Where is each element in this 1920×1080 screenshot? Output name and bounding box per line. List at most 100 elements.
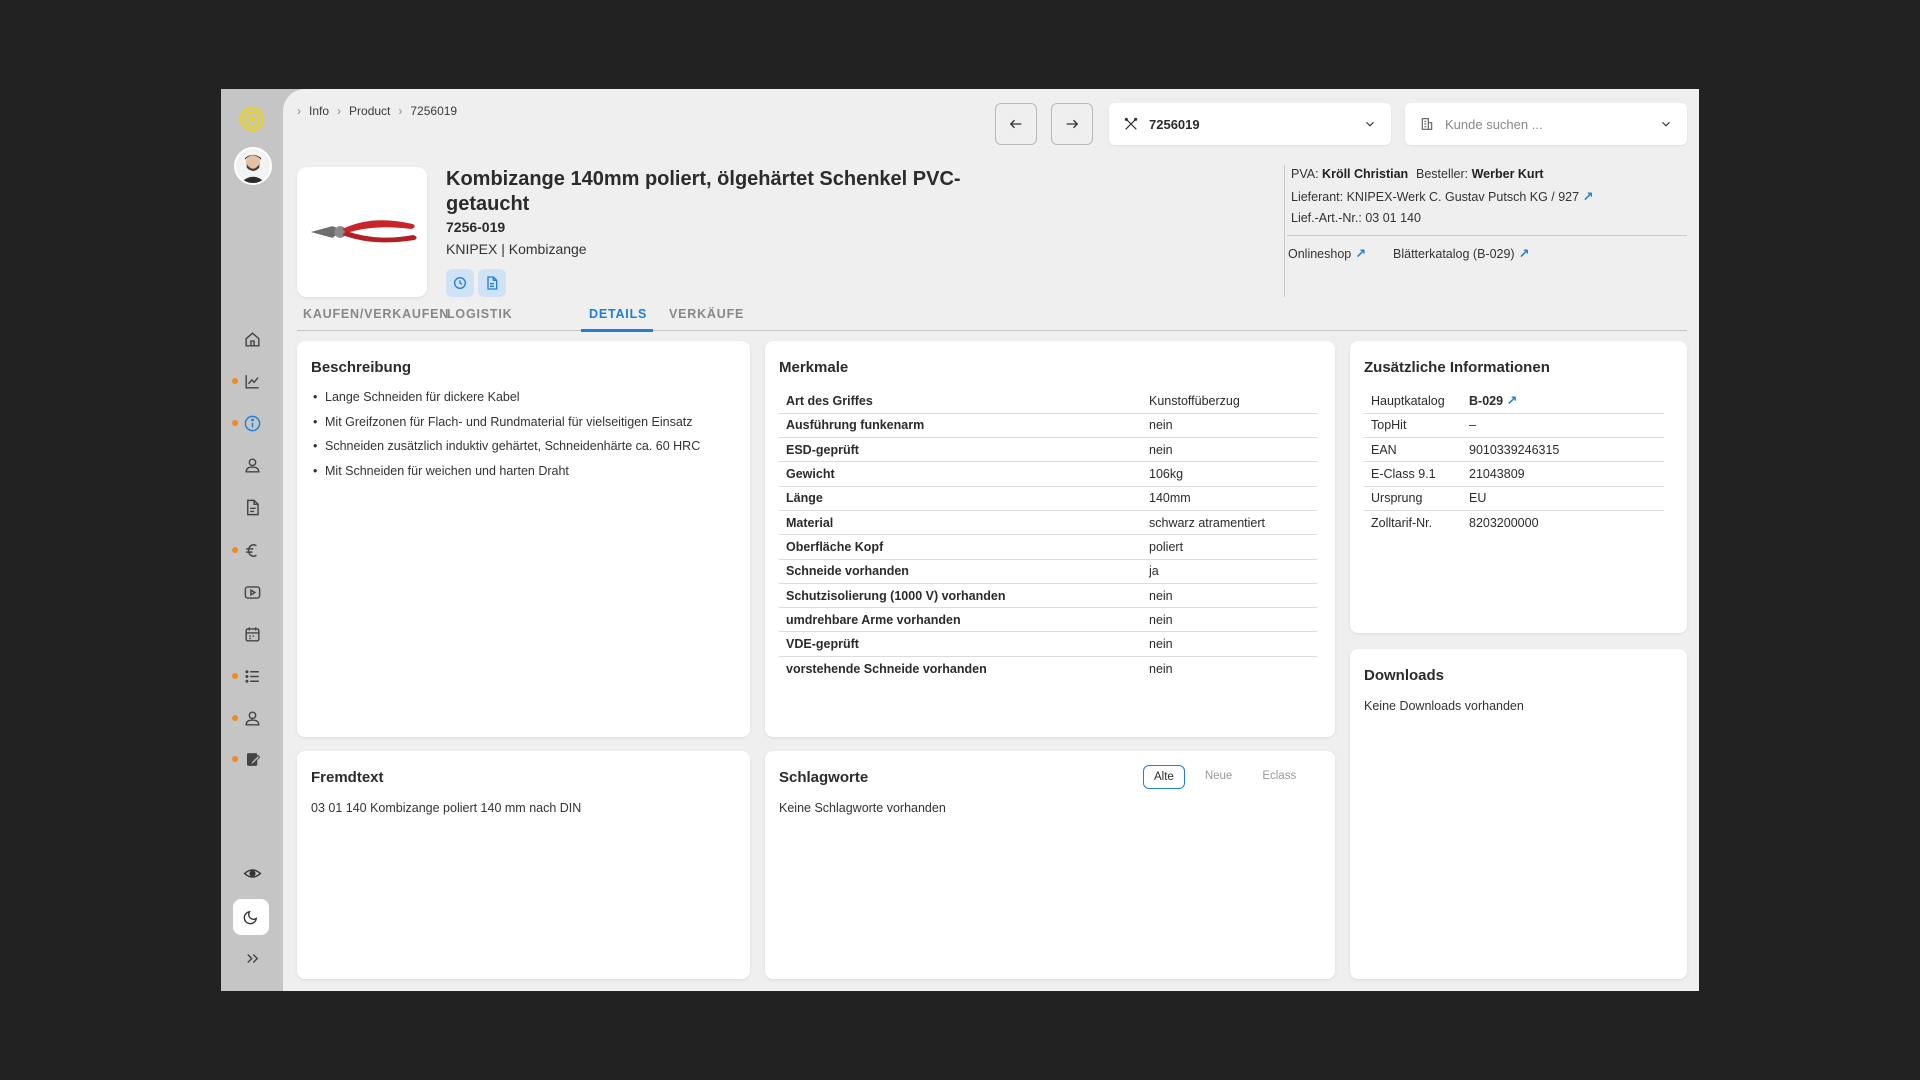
visibility-toggle[interactable] <box>221 855 283 891</box>
chevron-right-icon: › <box>398 104 403 118</box>
list-icon <box>244 669 259 683</box>
arrow-left-icon <box>1009 119 1022 129</box>
sidebar-item-notes[interactable] <box>221 741 283 777</box>
tab-details[interactable]: DETAILS <box>589 307 647 321</box>
breadcrumb: › Info › Product › 7256019 <box>297 104 457 118</box>
attr-key: Oberfläche Kopf <box>779 534 1142 560</box>
besteller-label: Besteller: <box>1416 167 1469 181</box>
external-link-icon: ↗ <box>1518 246 1530 261</box>
info-value: 8203200000 <box>1469 515 1539 530</box>
lieferant-row[interactable]: Lieferant: KNIPEX-Werk C. Gustav Putsch … <box>1291 189 1593 205</box>
table-row: Art des Griffes Kunstoffüberzug <box>779 389 1317 414</box>
merkmale-table: Art des Griffes Kunstoffüberzug Ausführun… <box>779 389 1317 681</box>
datasheet-button[interactable] <box>478 269 506 297</box>
zusatz-card: Zusätzliche Informationen Hauptkatalog B-… <box>1350 341 1687 633</box>
chart-line-icon <box>244 374 259 389</box>
besteller-value: Werber Kurt <box>1471 167 1544 181</box>
tab-logistik[interactable]: LOGISTIK <box>447 307 512 321</box>
table-row: Hauptkatalog B-029 ↗ <box>1364 389 1664 414</box>
notification-dot <box>232 673 238 679</box>
chevron-right-icon: › <box>297 104 301 118</box>
notification-dot <box>232 420 238 426</box>
tab-kaufen-verkaufen[interactable]: KAUFEN/VERKAUFEN <box>303 307 449 321</box>
card-title: Fremdtext <box>311 769 384 786</box>
expand-sidebar-button[interactable] <box>221 940 283 976</box>
contact-icon <box>244 710 260 726</box>
info-value-link[interactable]: B-029 ↗ <box>1462 389 1664 414</box>
dark-mode-button[interactable] <box>233 899 269 935</box>
divider <box>1284 165 1285 297</box>
logo-icon <box>239 106 265 132</box>
chevron-down-icon <box>1662 121 1670 127</box>
sidebar-item-analytics[interactable] <box>221 363 283 399</box>
schlagworte-card: Schlagworte Alte Neue Eclass Keine Schla… <box>765 751 1335 979</box>
chevron-right-icon: › <box>337 104 342 118</box>
attr-value: nein <box>1142 413 1317 439</box>
downloads-card: Downloads Keine Downloads vorhanden <box>1350 649 1687 979</box>
info-key: Hauptkatalog <box>1364 389 1462 414</box>
customer-search[interactable]: Kunde suchen ... <box>1405 103 1687 145</box>
sidebar-item-contacts[interactable] <box>221 700 283 736</box>
sidebar-item-documents[interactable] <box>221 489 283 525</box>
file-icon <box>487 276 498 290</box>
pliers-icon <box>310 220 417 243</box>
filter-alte[interactable]: Alte <box>1143 765 1185 789</box>
product-select-value: 7256019 <box>1149 116 1200 132</box>
euro-icon <box>245 543 257 557</box>
avatar[interactable] <box>234 147 272 185</box>
sidebar-item-info[interactable] <box>221 405 283 441</box>
card-title: Schlagworte <box>779 769 869 786</box>
table-row: TopHit – <box>1364 413 1664 439</box>
attr-key: vorstehende Schneide vorhanden <box>786 661 987 676</box>
product-title: Kombizange 140mm poliert, ölgehärtet Sch… <box>446 168 961 215</box>
divider <box>1287 235 1687 236</box>
sidebar-item-media[interactable] <box>221 574 283 610</box>
table-row: vorstehende Schneide vorhanden nein <box>779 656 1317 680</box>
notification-dot <box>232 378 238 384</box>
filter-eclass[interactable]: Eclass <box>1252 765 1306 789</box>
attr-key: Material <box>779 510 1142 536</box>
zusatz-table: Hauptkatalog B-029 ↗ TopHit – EAN 901033924… <box>1364 389 1664 535</box>
previous-button[interactable] <box>995 103 1037 145</box>
external-link-icon: ↗ <box>1506 392 1518 408</box>
katalog-label: Blätterkatalog (B-029) <box>1393 247 1515 261</box>
attr-value: nein <box>1142 607 1317 633</box>
history-button[interactable] <box>446 269 474 297</box>
lief-art-nr: Lief.-Art.-Nr.: 03 01 140 <box>1291 211 1421 225</box>
katalog-link[interactable]: Blätterkatalog (B-029) ↗ <box>1393 246 1530 262</box>
table-row: VDE-geprüft nein <box>779 631 1317 657</box>
filter-neue[interactable]: Neue <box>1195 765 1243 789</box>
breadcrumb-item[interactable]: Product <box>349 104 390 118</box>
fremdtext-text: 03 01 140 Kombizange poliert 140 mm nach… <box>311 801 582 815</box>
attr-value: nein <box>1142 583 1317 609</box>
tab-bar: KAUFEN/VERKAUFEN LOGISTIK DETAILS VERKÄU… <box>297 301 1687 332</box>
external-link-icon: ↗ <box>1582 189 1594 204</box>
attr-key: Art des Griffes <box>779 389 1142 414</box>
pva-value: Kröll Christian <box>1322 167 1409 181</box>
attr-value: 106kg <box>1142 461 1317 487</box>
table-row: Gewicht 106kg <box>779 461 1317 487</box>
sidebar-item-users[interactable] <box>221 447 283 483</box>
table-row: E-Class 9.1 21043809 <box>1364 461 1664 487</box>
table-row: Material schwarz atramentiert <box>779 510 1317 536</box>
sidebar-item-list[interactable] <box>221 658 283 694</box>
merkmale-card: Merkmale Art des Griffes Kunstoffüberzug … <box>765 341 1335 737</box>
sidebar-item-home[interactable] <box>221 321 283 357</box>
next-button[interactable] <box>1051 103 1093 145</box>
customer-search-placeholder: Kunde suchen ... <box>1445 116 1543 132</box>
onlineshop-link[interactable]: Onlineshop ↗ <box>1288 246 1366 262</box>
sidebar-item-calendar[interactable] <box>221 616 283 652</box>
external-link-icon: ↗ <box>1355 246 1367 261</box>
schlagworte-empty-text: Keine Schlagworte vorhanden <box>779 801 946 815</box>
product-select[interactable]: 7256019 <box>1109 103 1391 145</box>
home-icon <box>244 331 260 347</box>
onlineshop-label: Onlineshop <box>1288 247 1352 261</box>
tools-icon <box>1124 117 1138 130</box>
sidebar-item-finance[interactable] <box>221 532 283 568</box>
hauptkatalog-value: B-029 <box>1469 393 1504 408</box>
notification-dot <box>232 756 238 762</box>
tab-verkaeufe[interactable]: VERKÄUFE <box>669 307 744 321</box>
breadcrumb-item[interactable]: Info <box>309 104 329 118</box>
attr-value: 140mm <box>1142 486 1317 511</box>
attr-value: Kunstoffüberzug <box>1142 389 1317 414</box>
